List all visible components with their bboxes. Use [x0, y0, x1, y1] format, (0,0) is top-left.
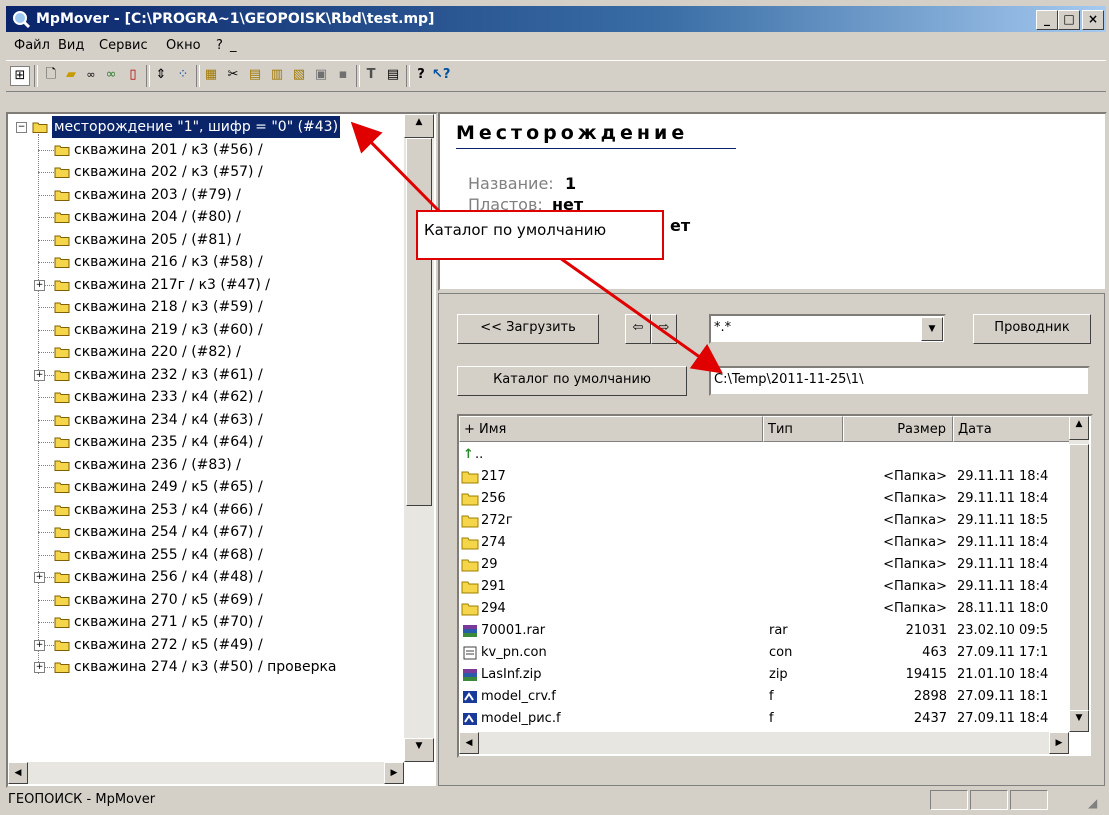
- annotation-arrow-1: [350, 121, 442, 214]
- annotation-callout: Каталог по умолчанию: [416, 210, 664, 260]
- annotation-arrows: [350, 121, 723, 374]
- annotation-arrow-2: [559, 256, 723, 374]
